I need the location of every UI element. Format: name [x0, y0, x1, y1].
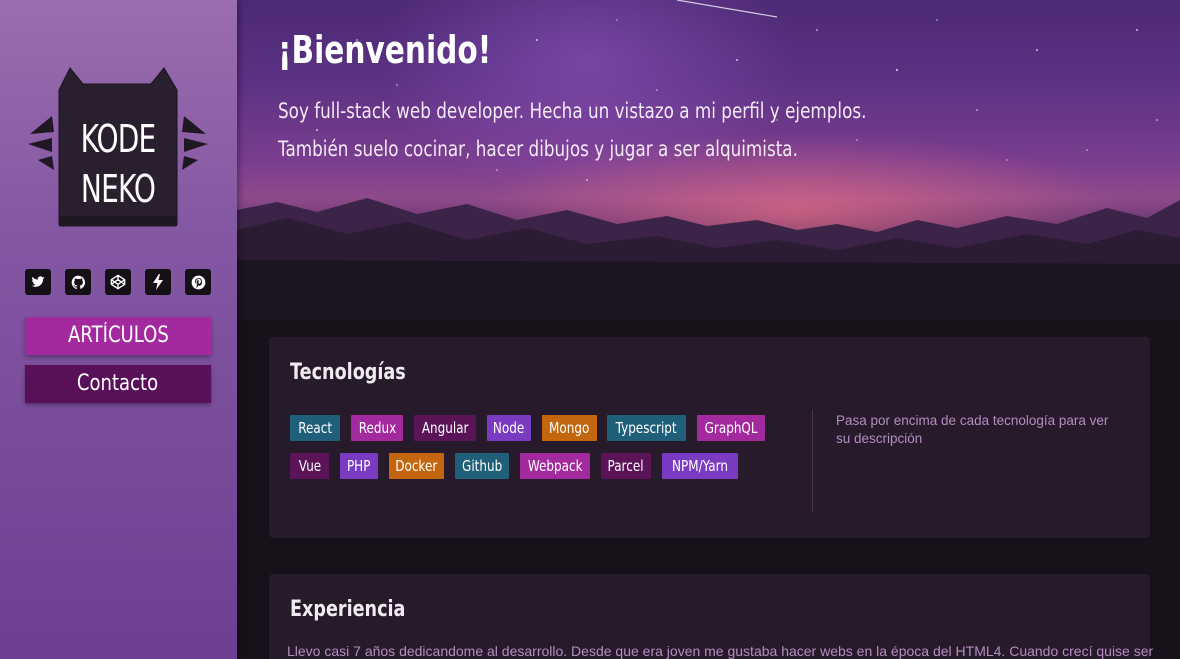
tech-tag-react[interactable]: React: [290, 415, 340, 441]
tech-tag-redux[interactable]: Redux: [351, 415, 403, 441]
tech-tag-typescript[interactable]: Typescript: [607, 415, 686, 441]
experience-card: Experiencia Llevo casi 7 años dedicandom…: [269, 574, 1154, 659]
tech-tag-graphql[interactable]: GraphQL: [697, 415, 765, 441]
experience-title: Experiencia: [290, 597, 406, 622]
kode-neko-logo[interactable]: KODE NEKO: [28, 66, 208, 230]
hero-title: ¡Bienvenido!: [278, 28, 492, 72]
social-links: [25, 269, 213, 296]
tech-tag-label: Node: [493, 419, 525, 437]
nav-articulos-label: ARTÍCULOS: [67, 323, 169, 348]
logo-line-kode: KODE: [80, 117, 157, 161]
technologies-title: Tecnologías: [290, 360, 406, 385]
tech-tag-label: GraphQL: [704, 419, 758, 437]
tech-tag-mongo[interactable]: Mongo: [542, 415, 597, 441]
twitter-button[interactable]: [25, 269, 51, 295]
tech-tag-label: Angular: [421, 419, 469, 437]
codepen-button[interactable]: [105, 269, 131, 295]
tech-tag-php[interactable]: PHP: [340, 453, 378, 479]
sidebar: KODE NEKO ARTÍCULOS Contacto: [0, 0, 237, 659]
tech-tag-github[interactable]: Github: [455, 453, 509, 479]
tech-tag-label: Parcel: [607, 457, 645, 475]
logo-text: KODE NEKO: [70, 114, 167, 214]
twitter-icon: [31, 276, 45, 287]
github-button[interactable]: [65, 269, 91, 295]
tech-tag-angular[interactable]: Angular: [414, 415, 476, 441]
tech-tag-parcel[interactable]: Parcel: [601, 453, 651, 479]
tech-tag-label: Vue: [298, 457, 321, 475]
github-icon: [71, 275, 85, 289]
hero-hobbies-line: También suelo cocinar, hacer dibujos y j…: [278, 137, 798, 161]
tech-tag-npm-yarn[interactable]: NPM/Yarn: [662, 453, 738, 479]
tech-tag-label: Docker: [395, 457, 438, 475]
pinterest-button[interactable]: [185, 269, 211, 295]
pinterest-icon: [191, 275, 205, 289]
nav-articulos-button[interactable]: ARTÍCULOS: [25, 317, 211, 355]
tech-tag-label: PHP: [347, 457, 371, 475]
experience-text: Llevo casi 7 años dedicandome al desarro…: [287, 643, 1154, 659]
lightning-icon: [153, 274, 163, 290]
tech-tag-label: Redux: [358, 419, 396, 437]
tech-tag-label: Mongo: [549, 419, 590, 437]
hero-intro-line: Soy full-stack web developer. Hecha un v…: [278, 99, 867, 123]
tech-tag-webpack[interactable]: Webpack: [520, 453, 590, 479]
hero-banner: ¡Bienvenido! Soy full-stack web develope…: [237, 0, 1180, 320]
tech-tag-label: Github: [461, 457, 503, 475]
tech-tag-label: React: [298, 419, 332, 437]
mountains-decoration: [237, 198, 1180, 320]
tech-tag-label: NPM/Yarn: [672, 457, 728, 475]
tech-tag-node[interactable]: Node: [487, 415, 531, 441]
tech-tag-label: Webpack: [527, 457, 583, 475]
codepen-icon: [110, 274, 126, 290]
logo-line-neko: NEKO: [80, 167, 156, 211]
tech-tag-label: Typescript: [615, 419, 677, 437]
technology-hint: Pasa por encima de cada tecnología para …: [836, 413, 1109, 446]
card-divider: [812, 410, 813, 512]
technologies-card: Tecnologías React Redux Angular Node Mongo Ty…: [269, 337, 1150, 538]
nav-contacto-button[interactable]: Contacto: [25, 365, 211, 403]
tech-tag-vue[interactable]: Vue: [290, 453, 329, 479]
lightning-button[interactable]: [145, 269, 171, 295]
nav-contacto-label: Contacto: [77, 371, 159, 396]
tech-tag-docker[interactable]: Docker: [389, 453, 444, 479]
